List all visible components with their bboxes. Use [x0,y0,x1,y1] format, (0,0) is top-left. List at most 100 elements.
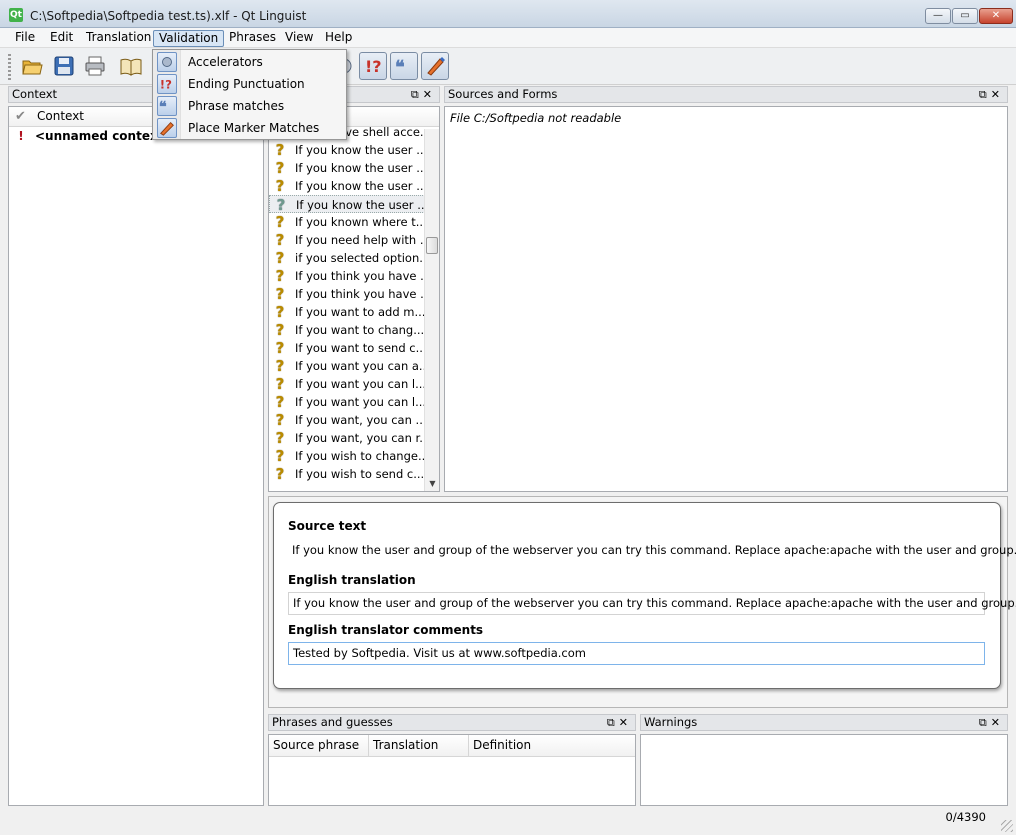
phrases-dock-title: Phrases and guesses ⧉✕ [268,714,636,731]
menu-file[interactable]: File [10,30,40,47]
string-row-label: If you known where t... [295,215,425,229]
string-row[interactable]: ? If you want you can l... [269,375,425,393]
unfinished-question-icon: ? [275,465,285,483]
menu-item-accelerators[interactable]: Accelerators [153,51,346,73]
checkmark-icon: ✔ [15,109,26,124]
svg-text:!?: !? [365,57,382,76]
save-icon[interactable] [50,52,78,80]
unfinished-question-icon: ? [275,159,285,177]
place-marker-toggle-icon[interactable] [421,52,449,80]
unfinished-question-icon: ? [275,249,285,267]
unfinished-question-icon: ? [275,321,285,339]
menu-phrases[interactable]: Phrases [224,30,281,47]
string-row[interactable]: ? If you wish to send c... [269,465,425,483]
scroll-down-arrow[interactable]: ▼ [425,477,439,491]
column-source-phrase[interactable]: Source phrase [269,735,369,757]
string-row[interactable]: ? If you want, you can r... [269,429,425,447]
menu-item-label: Ending Punctuation [188,77,305,91]
close-button[interactable]: ✕ [979,8,1013,24]
string-row[interactable]: ? If you think you have ... [269,267,425,285]
menu-bar: File Edit Translation Validation Phrases… [0,28,1016,48]
maximize-button[interactable]: ▭ [952,8,978,24]
source-text-label: Source text [288,519,367,533]
menu-item-phrase-matches[interactable]: ❝ Phrase matches [153,95,346,117]
string-row[interactable]: ? If you know the user ... [269,141,425,159]
unfinished-question-icon: ? [275,339,285,357]
unfinished-question-icon: ? [276,196,286,213]
string-row[interactable]: ? If you want, you can ... [269,411,425,429]
unfinished-question-icon: ? [275,357,285,375]
string-row[interactable]: ? If you want to add m... [269,303,425,321]
status-bar: 0/4390 [0,807,1016,835]
exclamation-icon: ! [18,129,24,143]
toolbar-grip[interactable] [8,54,11,80]
unfinished-question-icon: ? [275,213,285,231]
string-row[interactable]: ? If you need help with ... [269,231,425,249]
menu-view[interactable]: View [280,30,318,47]
menu-item-label: Phrase matches [188,99,285,113]
unfinished-question-icon: ? [275,393,285,411]
menu-item-place-marker-matches[interactable]: Place Marker Matches [153,117,346,139]
resize-grip[interactable] [1001,820,1013,832]
comments-field[interactable]: Tested by Softpedia. Visit us at www.sof… [288,642,985,665]
menu-item-ending-punctuation[interactable]: !? Ending Punctuation [153,73,346,95]
menu-edit[interactable]: Edit [45,30,78,47]
string-row[interactable]: ? If you wish to change... [269,447,425,465]
string-row[interactable]: ? if you selected option... [269,249,425,267]
svg-text:❝: ❝ [159,98,167,115]
translation-field[interactable]: If you know the user and group of the we… [288,592,1016,615]
phrase-matches-icon: ❝ [157,96,177,116]
string-row-label: If you think you have ... [295,269,425,283]
menu-validation[interactable]: Validation [153,30,225,47]
menu-help[interactable]: Help [320,30,357,47]
punctuation-icon: !? [157,74,177,94]
string-row[interactable]: ? If you want you can a... [269,357,425,375]
strings-list[interactable]: xt ?If you have shell acce...?If you kno… [268,106,440,492]
phrase-book-icon[interactable] [117,52,145,80]
string-row[interactable]: ? If you know the user ... [269,177,425,195]
string-row-label: If you want, you can r... [295,431,425,445]
string-row[interactable]: ? If you known where t... [269,213,425,231]
scrollbar-thumb[interactable] [426,237,438,254]
dock-float-close-buttons[interactable]: ⧉✕ [979,87,1004,102]
unfinished-question-icon: ? [275,285,285,303]
context-dock-label: Context [12,87,58,101]
warnings-dock-title: Warnings ⧉✕ [640,714,1008,731]
translation-label: English translation [288,573,416,587]
column-definition[interactable]: Definition [469,735,635,757]
accelerators-icon [157,52,177,72]
string-row[interactable]: ? If you know the user ... [269,159,425,177]
unfinished-question-icon: ? [275,303,285,321]
strings-scrollbar[interactable]: ▼ [424,129,439,491]
sources-view: File C:/Softpedia not readable [444,106,1008,492]
string-row-label: If you know the user ... [295,161,425,175]
string-row[interactable]: ? If you know the user ... [269,195,425,213]
context-list[interactable]: ✔ Context ! <unnamed context> [8,106,264,806]
string-row[interactable]: ? If you want you can l... [269,393,425,411]
source-text: If you know the user and group of the we… [292,543,1016,557]
unfinished-question-icon: ? [275,447,285,465]
sources-message: File C:/Softpedia not readable [450,111,622,125]
svg-text:!?: !? [160,78,172,92]
minimize-button[interactable]: — [925,8,951,24]
open-folder-icon[interactable] [18,52,46,80]
warnings-dock-label: Warnings [644,715,698,729]
dock-float-close-buttons[interactable]: ⧉✕ [411,87,436,102]
string-row[interactable]: ? If you want to send c... [269,339,425,357]
dock-float-close-buttons[interactable]: ⧉✕ [607,715,632,730]
place-marker-icon [157,118,177,138]
ending-punctuation-toggle-icon[interactable]: !? [359,52,387,80]
string-row[interactable]: ? If you want to chang... [269,321,425,339]
print-icon[interactable] [81,52,109,80]
title-bar: Qt C:\Softpedia\Softpedia test.ts).xlf -… [0,0,1016,28]
column-translation[interactable]: Translation [369,735,469,757]
string-row-label: If you want you can l... [295,377,425,391]
unfinished-question-icon: ? [275,267,285,285]
string-row-label: if you selected option... [295,251,425,265]
menu-translation[interactable]: Translation [81,30,156,47]
dock-float-close-buttons[interactable]: ⧉✕ [979,715,1004,730]
phrases-table[interactable]: Source phrase Translation Definition [268,734,636,806]
string-row[interactable]: ? If you think you have ... [269,285,425,303]
phrase-matches-toggle-icon[interactable]: ❝ [390,52,418,80]
string-row-label: If you wish to send c... [295,467,425,481]
